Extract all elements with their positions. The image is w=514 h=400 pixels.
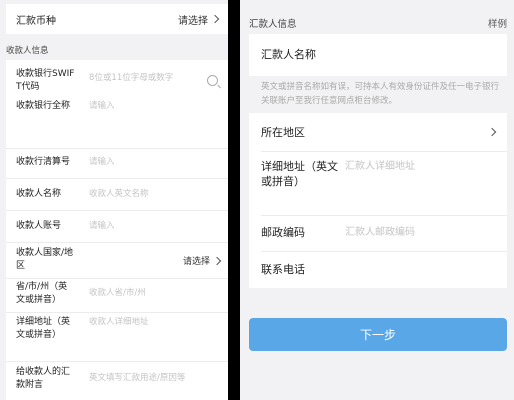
country-select-text: 请选择 [182,257,210,267]
swift-input[interactable]: 8位或11位字母或数字 [89,72,173,85]
swift-field[interactable]: 收款银行SWIFT代码 8位或11位字母或数字 [16,66,222,94]
remitter-address-field[interactable]: 详细地址（英文或拼音） 汇款人详细地址 [249,159,507,193]
bank-name-field[interactable]: 收款银行全称 请输入 [16,100,222,140]
postcode-field[interactable]: 邮政编码 汇款人邮政编码 [249,225,507,241]
region-label: 所在地区 [261,126,305,139]
clearing-input[interactable]: 请输入 [89,156,115,169]
divider [6,278,228,279]
postcode-input[interactable]: 汇款人邮政编码 [345,225,415,240]
country-field[interactable]: 收款人国家/地区 请选择 [16,246,222,276]
payee-name-field[interactable]: 收款人名称 收款人英文名称 [16,188,222,204]
remitter-section-title: 汇款人信息 [249,19,297,30]
province-label: 省/市/州（英文或拼音） [16,282,68,305]
account-label: 收款人账号 [16,221,62,231]
remark-input[interactable]: 英文填写汇款用途/原因等 [89,372,185,385]
divider [261,251,507,252]
province-field[interactable]: 省/市/州（英文或拼音） 收款人省/市/州 [16,281,222,311]
chevron-right-icon [212,256,222,265]
bank-name-label: 收款银行全称 [16,101,71,111]
currency-value[interactable]: 请选择 [178,12,220,27]
remitter-address-label: 详细地址（英文或拼音） [261,160,338,188]
sample-link[interactable]: 样例 [488,16,507,30]
divider [6,361,228,362]
payee-name-label: 收款人名称 [16,189,62,199]
divider [6,210,228,211]
remitter-address-input[interactable]: 汇款人详细地址 [345,159,415,174]
next-button[interactable]: 下一步 [249,318,507,351]
remitter-name-label: 汇款人名称 [261,48,316,61]
phone-label: 联系电话 [261,263,305,276]
country-label: 收款人国家/地区 [16,248,74,271]
remitter-form-panel: 汇款人信息 样例 汇款人名称 英文或拼音名称如有误，可持本人有效身份证件及任一电… [240,0,514,400]
divider [6,178,228,179]
remitter-name-field[interactable]: 汇款人名称 [249,34,507,76]
remitter-section-header: 汇款人信息 样例 [249,16,507,30]
currency-selector[interactable]: 汇款币种 请选择 [6,4,228,34]
payee-address-label: 详细地址（英文或拼音） [16,317,71,340]
payee-address-field[interactable]: 详细地址（英文或拼音） 收款人详细地址 [16,316,222,360]
divider [6,148,228,149]
divider [6,312,228,313]
swift-label: 收款银行SWIFT代码 [16,69,75,92]
name-correction-note: 英文或拼音名称如有误，可持本人有效身份证件及任一电子银行关联账户至我行任意网点柜… [261,82,500,106]
province-input[interactable]: 收款人省/市/州 [89,287,146,300]
payee-name-input[interactable]: 收款人英文名称 [89,188,149,201]
remark-field[interactable]: 给收款人的汇款附言 英文填写汇款用途/原因等 [16,366,222,396]
clearing-label: 收款行清算号 [16,157,71,167]
payee-section-title: 收款人信息 [6,46,49,56]
divider [6,242,228,243]
divider [261,215,507,216]
remark-label: 给收款人的汇款附言 [16,367,71,390]
currency-label: 汇款币种 [16,15,56,27]
postcode-label: 邮政编码 [261,226,305,239]
clearing-field[interactable]: 收款行清算号 请输入 [16,156,222,172]
currency-select-text: 请选择 [178,15,208,27]
chevron-right-icon [210,14,220,24]
account-field[interactable]: 收款人账号 请输入 [16,220,222,236]
region-selector[interactable]: 所在地区 [249,125,507,141]
remitter-address-card: 所在地区 详细地址（英文或拼音） 汇款人详细地址 邮政编码 汇款人邮政编码 联系… [249,113,507,288]
bank-name-input[interactable]: 请输入 [89,100,115,113]
payee-address-input[interactable]: 收款人详细地址 [89,316,149,329]
chevron-right-icon [487,127,497,137]
country-select[interactable]: 请选择 [182,254,222,267]
account-input[interactable]: 请输入 [89,220,115,233]
payee-form-panel: 汇款币种 请选择 收款人信息 收款银行SWIFT代码 8位或11位字母或数字 收… [0,0,228,400]
search-icon[interactable] [207,75,218,86]
phone-field[interactable]: 联系电话 [249,262,507,278]
divider [261,151,507,152]
